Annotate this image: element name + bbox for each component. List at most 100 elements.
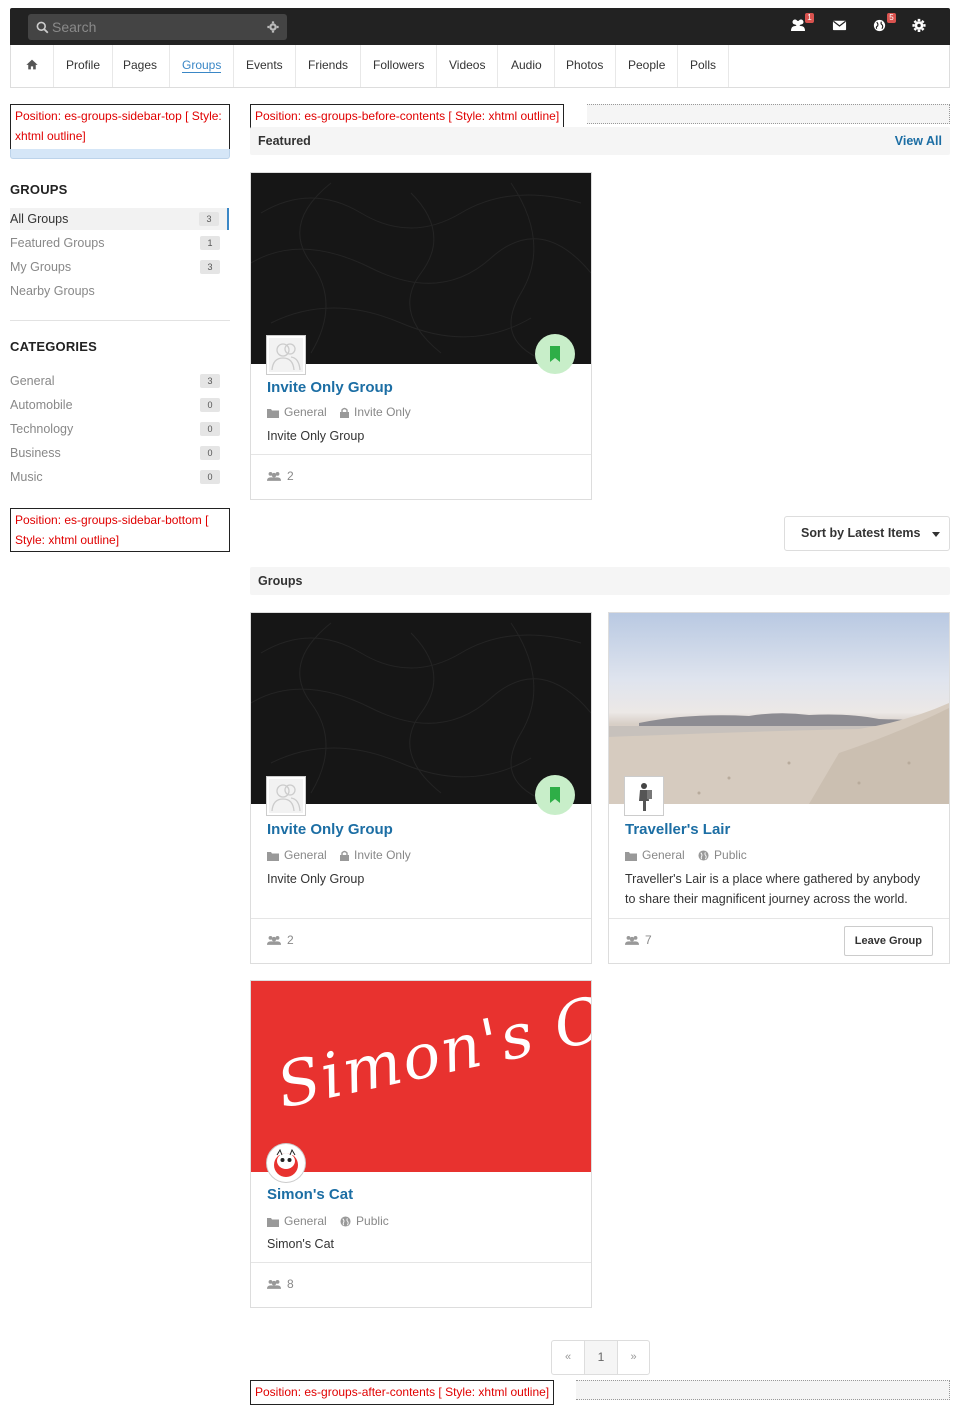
sidebar-item-category-technology[interactable]: Technology 0 (10, 418, 228, 440)
member-count: 8 (267, 1277, 294, 1291)
view-all-link[interactable]: View All (895, 127, 942, 155)
default-avatar-icon (269, 338, 303, 372)
globe-icon (698, 850, 709, 861)
group-title[interactable]: Simon's Cat (267, 1186, 353, 1203)
search-input[interactable]: Search (28, 14, 287, 40)
pagination-next[interactable]: » (617, 1341, 649, 1374)
groups-heading-main: Groups (258, 574, 303, 588)
categories-heading: CATEGORIES (10, 339, 97, 354)
group-avatar[interactable] (267, 336, 305, 374)
featured-section-header: Featured View All (250, 127, 950, 155)
group-cover-image[interactable] (609, 613, 949, 804)
sidebar-item-category-music[interactable]: Music 0 (10, 466, 228, 488)
nav-events[interactable]: Events (234, 45, 296, 87)
sidebar-item-category-business[interactable]: Business 0 (10, 442, 228, 464)
group-privacy: Invite Only (354, 405, 411, 419)
search-placeholder: Search (52, 19, 97, 35)
sidebar-item-my-groups[interactable]: My Groups 3 (10, 256, 228, 278)
group-meta: General Public (625, 848, 757, 862)
nav-videos[interactable]: Videos (437, 45, 499, 87)
group-privacy: Public (356, 1214, 389, 1228)
search-settings-icon[interactable] (267, 21, 279, 33)
count-badge: 3 (200, 260, 220, 274)
card-footer: 8 (251, 1262, 591, 1307)
nav-home[interactable] (11, 45, 54, 87)
group-category[interactable]: General (284, 405, 327, 419)
nav-profile[interactable]: Profile (54, 45, 114, 87)
settings-icon[interactable] (912, 17, 930, 35)
globe-icon (340, 1216, 351, 1227)
folder-icon (625, 852, 637, 861)
nav-audio[interactable]: Audio (499, 45, 555, 87)
group-cover-image[interactable]: Simon's Cat (251, 981, 591, 1172)
sort-label: Sort by Latest Items (801, 526, 921, 540)
profile-navbar: Profile Pages Groups Events Friends Foll… (10, 45, 950, 88)
group-meta: General Invite Only (267, 405, 421, 419)
friends-icon[interactable]: 1 (790, 13, 814, 35)
pagination: « 1 » (551, 1340, 650, 1375)
group-title[interactable]: Invite Only Group (267, 821, 393, 838)
bookmark-icon (550, 346, 560, 362)
sidebar-item-label: My Groups (10, 260, 72, 274)
pagination-page-1[interactable]: 1 (584, 1341, 617, 1374)
sidebar-item-label: Music (10, 470, 43, 484)
pagination-prev[interactable]: « (552, 1341, 584, 1374)
folder-icon (267, 852, 279, 861)
leave-group-button[interactable]: Leave Group (843, 926, 933, 956)
group-avatar[interactable] (267, 777, 305, 815)
group-avatar[interactable] (267, 1144, 305, 1182)
group-meta: General Public (267, 1214, 399, 1228)
home-icon (26, 59, 38, 70)
group-category[interactable]: General (642, 848, 685, 862)
group-category[interactable]: General (284, 1214, 327, 1228)
groups-heading: GROUPS (10, 182, 68, 197)
group-category[interactable]: General (284, 848, 327, 862)
position-strip (576, 1380, 950, 1400)
count-badge: 0 (200, 398, 220, 412)
friends-badge: 1 (805, 13, 814, 23)
nav-polls[interactable]: Polls (678, 45, 730, 87)
group-title[interactable]: Invite Only Group (267, 379, 393, 396)
notifications-globe-icon[interactable]: 5 (872, 13, 896, 35)
sidebar-item-label: Technology (10, 422, 74, 436)
sidebar-item-label: All Groups (10, 212, 69, 226)
group-card[interactable]: Invite Only Group General Invite Only In… (250, 612, 592, 964)
sidebar-item-featured-groups[interactable]: Featured Groups 1 (10, 232, 228, 254)
search-icon (36, 21, 49, 34)
featured-heading: Featured (258, 134, 311, 148)
sidebar-item-category-general[interactable]: General 3 (10, 370, 228, 392)
nav-friends[interactable]: Friends (296, 45, 362, 87)
sidebar-item-nearby-groups[interactable]: Nearby Groups (10, 280, 228, 302)
sidebar-item-all-groups[interactable]: All Groups 3 (10, 208, 229, 230)
sidebar-item-label: General (10, 374, 55, 388)
count-badge: 1 (200, 236, 220, 250)
featured-badge (535, 775, 575, 815)
members-icon (267, 471, 281, 481)
group-avatar[interactable] (625, 777, 663, 815)
group-title[interactable]: Traveller's Lair (625, 821, 730, 838)
sidebar-item-label: Business (10, 446, 61, 460)
nav-groups[interactable]: Groups (170, 45, 235, 87)
group-description: Traveller's Lair is a place where gather… (625, 872, 921, 906)
group-card[interactable]: Traveller's Lair General Public Travelle… (608, 612, 950, 964)
nav-photos[interactable]: Photos (554, 45, 617, 87)
nav-pages[interactable]: Pages (111, 45, 171, 87)
count-badge: 3 (200, 374, 220, 388)
group-description: Invite Only Group (267, 872, 365, 886)
member-count: 7 (625, 933, 652, 947)
nav-followers[interactable]: Followers (361, 45, 438, 87)
lock-icon (340, 407, 350, 418)
nav-people[interactable]: People (616, 45, 679, 87)
members-icon (267, 935, 281, 945)
members-icon (267, 1279, 281, 1289)
sort-dropdown[interactable]: Sort by Latest Items (784, 516, 950, 551)
position-after-contents: Position: es-groups-after-contents [ Sty… (250, 1380, 555, 1405)
sidebar-top-bar (10, 149, 230, 159)
sidebar-item-category-automobile[interactable]: Automobile 0 (10, 394, 228, 416)
featured-group-card[interactable]: Invite Only Group General Invite Only In… (250, 172, 592, 500)
group-card[interactable]: Simon's Cat Simon's Cat General Public S… (250, 980, 592, 1308)
position-before-contents: Position: es-groups-before-contents [ St… (250, 104, 565, 129)
messages-icon[interactable] (832, 17, 850, 35)
caret-down-icon (932, 532, 940, 537)
default-avatar-icon (269, 779, 303, 813)
